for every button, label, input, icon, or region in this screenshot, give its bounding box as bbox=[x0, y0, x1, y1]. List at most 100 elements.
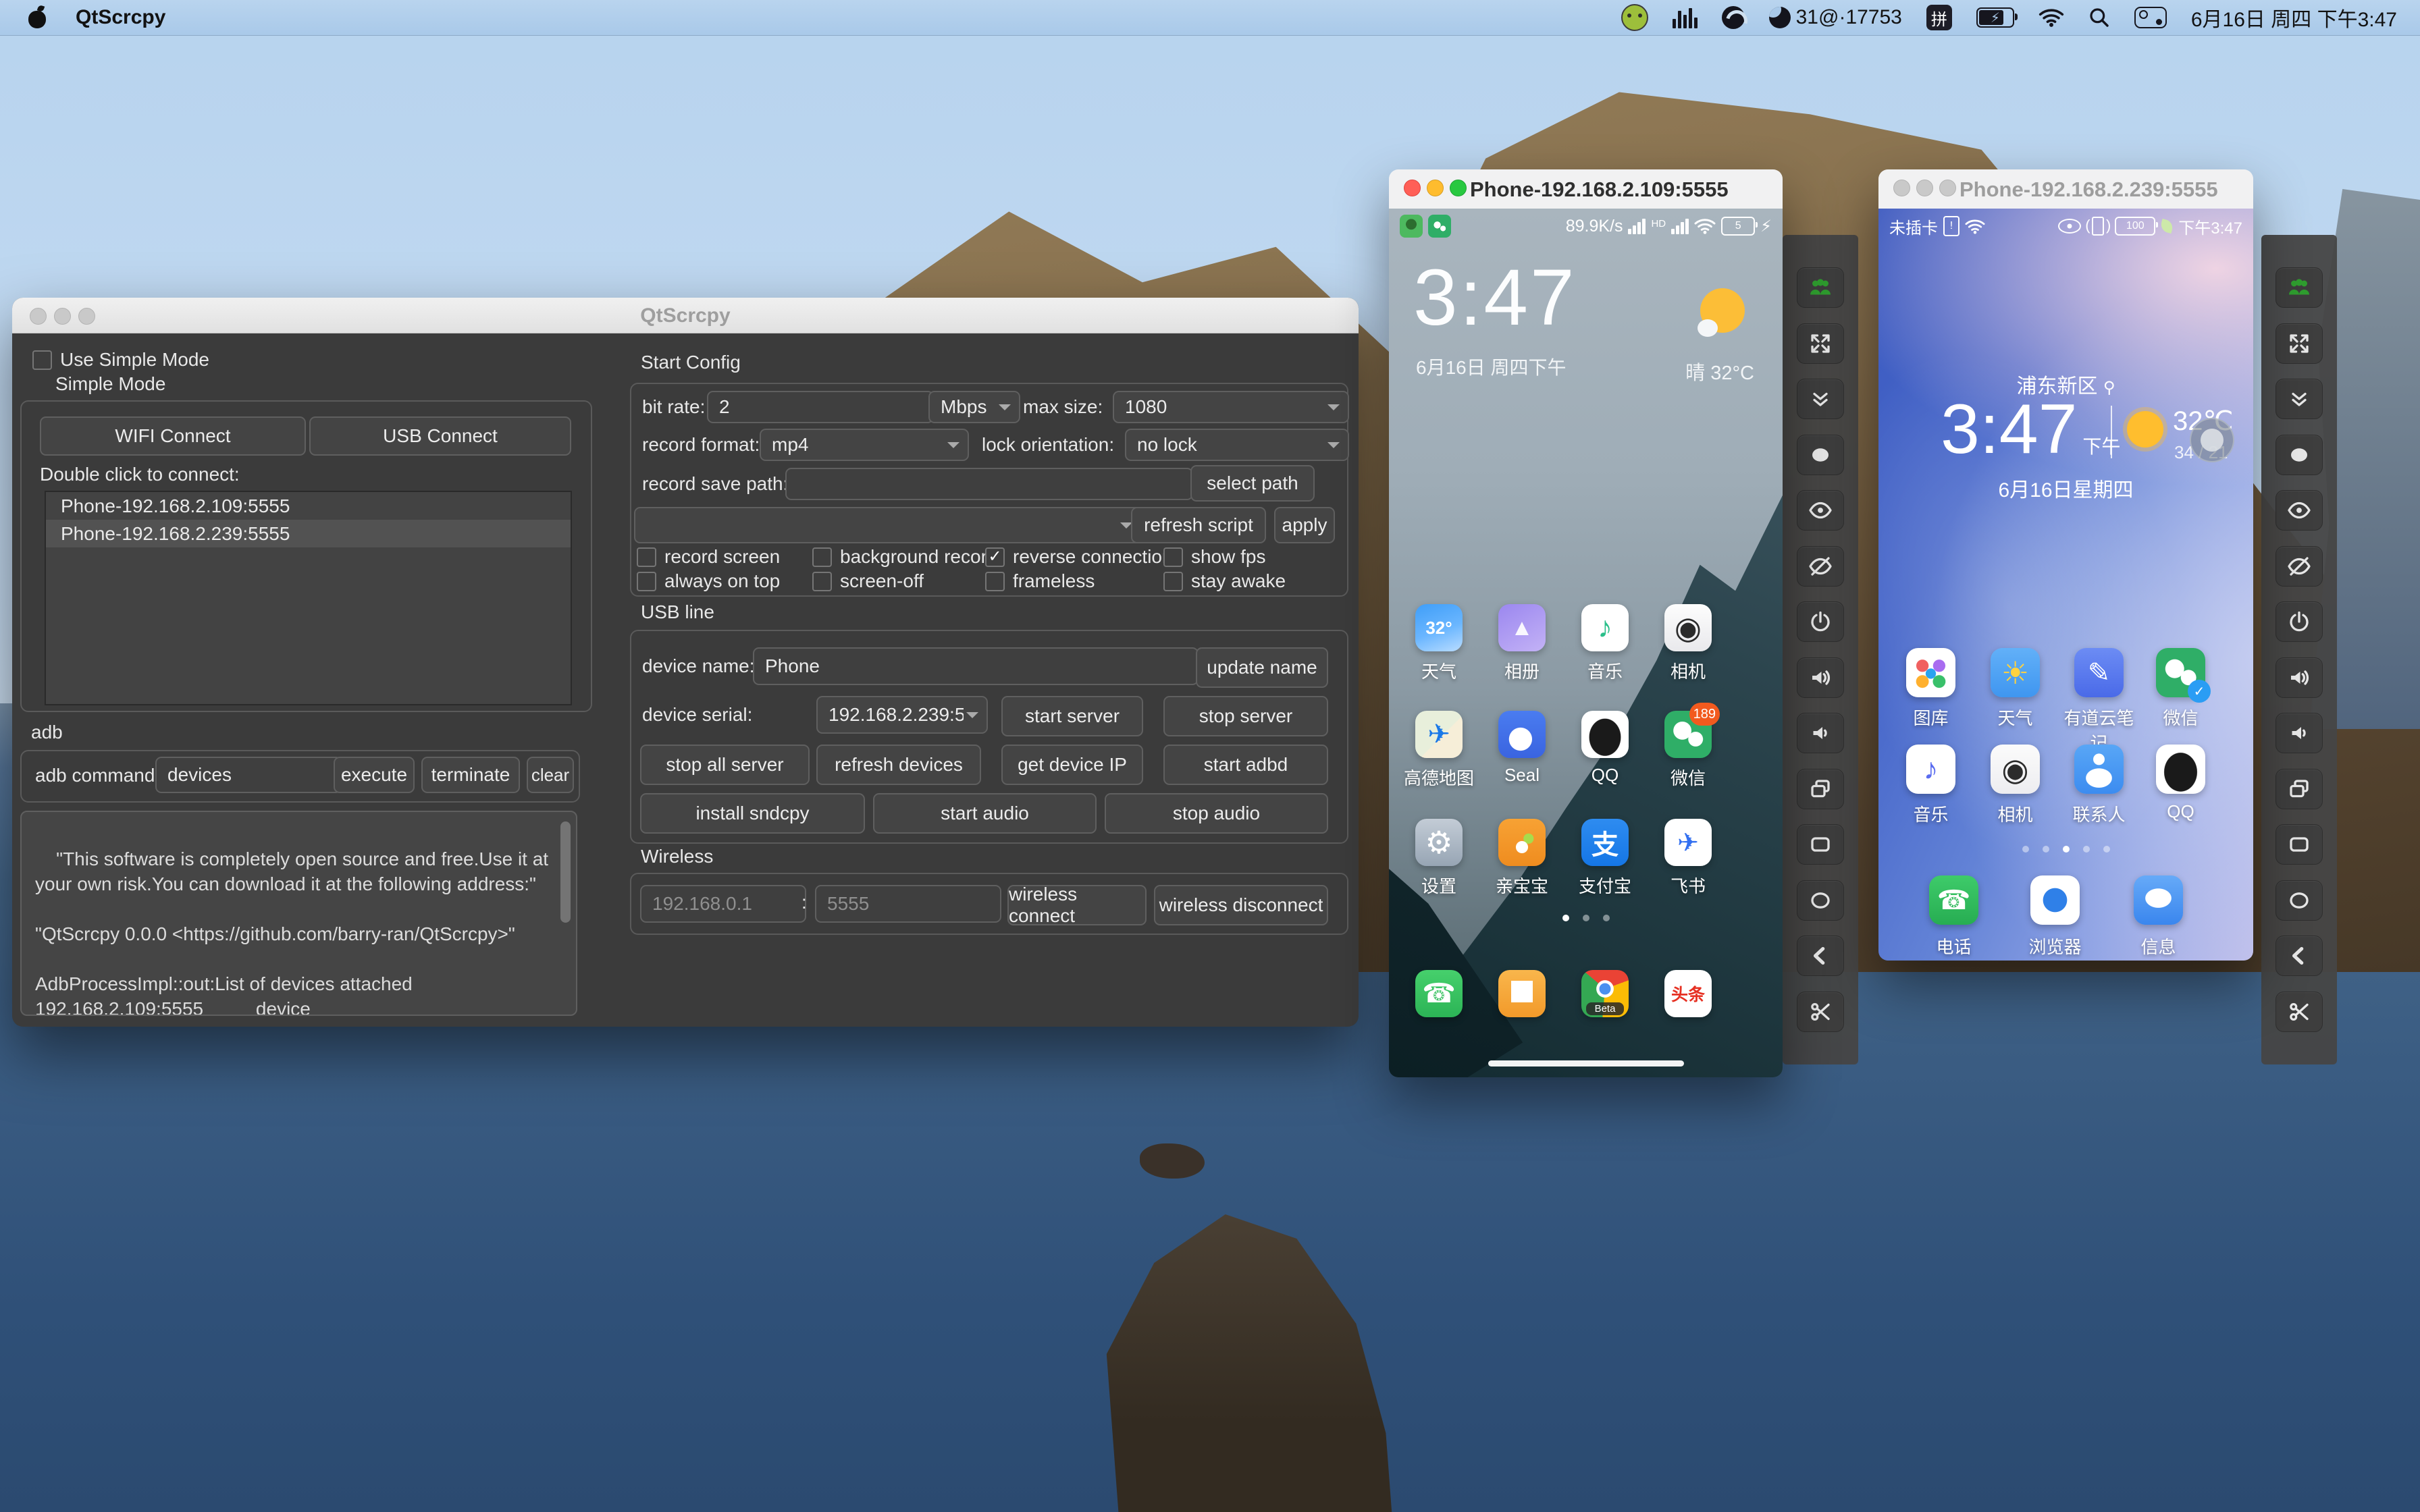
app-icon-dock-3[interactable]: 头条 bbox=[1664, 970, 1712, 1017]
toolbar-back-button[interactable] bbox=[2276, 936, 2323, 977]
app-icon-有道云笔记[interactable]: ✎ bbox=[2074, 648, 2124, 697]
app-icon-浏览器[interactable] bbox=[2030, 875, 2080, 925]
toolbar-pull-notification-button[interactable] bbox=[1797, 379, 1844, 420]
phone1-screen[interactable]: 89.9K/s HD 5 ⚡ 3:47 6月16日 周四下午 晴 32°C 32… bbox=[1389, 209, 1783, 1077]
app-icon-dock-0[interactable]: ☎ bbox=[1415, 970, 1463, 1017]
toolbar-pull-notification-button[interactable] bbox=[2276, 379, 2323, 420]
device-list[interactable]: Phone-192.168.2.109:5555 Phone-192.168.2.… bbox=[45, 491, 572, 705]
wireless-connect-button[interactable]: wireless connect bbox=[1007, 884, 1147, 926]
option-checkbox-background-record[interactable]: background record bbox=[812, 546, 997, 568]
toolbar-app-switch-button[interactable] bbox=[2276, 768, 2323, 809]
menubar-clock[interactable]: 6月16日 周四 下午3:47 bbox=[2191, 3, 2397, 32]
app-icon-相册[interactable]: ▲ bbox=[1498, 604, 1546, 651]
control-center-icon[interactable] bbox=[2134, 7, 2167, 28]
bit-rate-unit-combo[interactable]: Mbps bbox=[928, 391, 1020, 423]
record-save-path-input[interactable] bbox=[785, 468, 1193, 500]
option-checkbox-record-screen[interactable]: record screen bbox=[637, 546, 780, 568]
minimize-button[interactable] bbox=[1916, 180, 1933, 196]
app-icon-联系人[interactable] bbox=[2074, 745, 2124, 794]
app-icon-Seal[interactable] bbox=[1498, 711, 1546, 758]
apply-button[interactable]: apply bbox=[1274, 507, 1335, 543]
app-icon-亲宝宝[interactable] bbox=[1498, 819, 1546, 866]
toolbar-menu-button[interactable] bbox=[1797, 824, 1844, 865]
option-checkbox-stay-awake[interactable]: stay awake bbox=[1163, 570, 1286, 592]
toolbar-app-switch-button[interactable] bbox=[1797, 768, 1844, 809]
stop-all-server-button[interactable]: stop all server bbox=[640, 745, 810, 785]
swirl-menu-icon[interactable] bbox=[1721, 6, 1745, 29]
toolbar-power-button[interactable] bbox=[2276, 601, 2323, 643]
assistive-ball[interactable] bbox=[2190, 418, 2234, 462]
update-name-button[interactable]: update name bbox=[1196, 647, 1328, 688]
max-size-combo[interactable]: 1080 bbox=[1113, 391, 1349, 423]
toolbar-volume-down-button[interactable] bbox=[1797, 713, 1844, 754]
toolbar-power-button[interactable] bbox=[1797, 601, 1844, 643]
app-icon-天气[interactable]: ☀ bbox=[1991, 648, 2040, 697]
option-checkbox-screen-off[interactable]: screen-off bbox=[812, 570, 924, 592]
app-icon-高德地图[interactable]: ✈ bbox=[1415, 711, 1463, 758]
option-checkbox-reverse-connection[interactable]: ✓ reverse connection bbox=[985, 546, 1173, 568]
app-icon-电话[interactable]: ☎ bbox=[1929, 875, 1978, 925]
toolbar-screenshot-button[interactable] bbox=[2276, 434, 2323, 475]
toolbar-group-control-button[interactable] bbox=[2276, 267, 2323, 308]
toolbar-show-screen-button[interactable] bbox=[2276, 490, 2323, 531]
toolbar-menu-button[interactable] bbox=[2276, 824, 2323, 865]
android-status-icon[interactable] bbox=[1621, 4, 1648, 31]
app-icon-设置[interactable]: ⚙ bbox=[1415, 819, 1463, 866]
wifi-icon[interactable] bbox=[2038, 8, 2064, 27]
adb-command-input[interactable]: devices bbox=[155, 757, 342, 793]
clear-button[interactable]: clear bbox=[527, 757, 574, 793]
terminate-button[interactable]: terminate bbox=[421, 757, 520, 793]
start-server-button[interactable]: start server bbox=[1001, 696, 1143, 736]
stop-server-button[interactable]: stop server bbox=[1163, 696, 1328, 736]
zoom-button[interactable] bbox=[1450, 180, 1467, 196]
zoom-button[interactable] bbox=[1939, 180, 1956, 196]
execute-button[interactable]: execute bbox=[334, 757, 415, 793]
minimize-button[interactable] bbox=[1427, 180, 1444, 196]
wireless-ip-input[interactable]: 192.168.0.1 bbox=[640, 885, 806, 923]
toolbar-volume-up-button[interactable] bbox=[2276, 657, 2323, 698]
battery-icon[interactable]: ⚡ bbox=[1976, 7, 2018, 28]
select-path-button[interactable]: select path bbox=[1190, 465, 1315, 502]
toolbar-group-control-button[interactable] bbox=[1797, 267, 1844, 308]
toolbar-screen-cut-button[interactable] bbox=[1797, 991, 1844, 1032]
spotlight-search-icon[interactable] bbox=[2088, 7, 2110, 28]
wireless-disconnect-button[interactable]: wireless disconnect bbox=[1154, 885, 1328, 925]
refresh-script-button[interactable]: refresh script bbox=[1131, 507, 1266, 543]
lock-orientation-combo[interactable]: no lock bbox=[1125, 429, 1349, 461]
toolbar-volume-up-button[interactable] bbox=[1797, 657, 1844, 698]
stats-bars-icon[interactable] bbox=[1672, 7, 1698, 28]
stop-audio-button[interactable]: stop audio bbox=[1105, 793, 1328, 834]
close-button[interactable] bbox=[1893, 180, 1910, 196]
app-icon-飞书[interactable]: ✈ bbox=[1664, 819, 1712, 866]
phone2-titlebar[interactable]: Phone-192.168.2.239:5555 bbox=[1878, 169, 2253, 209]
script-combo[interactable] bbox=[634, 507, 1142, 543]
app-icon-相机[interactable]: ◉ bbox=[1991, 745, 2040, 794]
device-list-item[interactable]: Phone-192.168.2.109:5555 bbox=[46, 492, 571, 520]
qt-titlebar[interactable]: QtScrcpy bbox=[12, 298, 1359, 333]
toolbar-screen-cut-button[interactable] bbox=[2276, 991, 2323, 1032]
app-icon-支付宝[interactable]: 支 bbox=[1581, 819, 1629, 866]
get-device-ip-button[interactable]: get device IP bbox=[1001, 745, 1143, 785]
toolbar-screenshot-button[interactable] bbox=[1797, 434, 1844, 475]
install-sndcpy-button[interactable]: install sndcpy bbox=[640, 793, 865, 834]
usb-connect-button[interactable]: USB Connect bbox=[309, 416, 571, 456]
app-icon-dock-2[interactable]: Beta bbox=[1581, 970, 1629, 1017]
app-icon-音乐[interactable]: ♪ bbox=[1906, 745, 1955, 794]
record-format-combo[interactable]: mp4 bbox=[760, 429, 969, 461]
app-icon-QQ[interactable] bbox=[2156, 745, 2205, 794]
toolbar-home-button[interactable] bbox=[1797, 880, 1844, 921]
toolbar-volume-down-button[interactable] bbox=[2276, 713, 2323, 754]
toolbar-hide-screen-button[interactable] bbox=[1797, 545, 1844, 587]
toolbar-home-button[interactable] bbox=[2276, 880, 2323, 921]
device-list-item[interactable]: Phone-192.168.2.239:5555 bbox=[46, 520, 571, 547]
toolbar-hide-screen-button[interactable] bbox=[2276, 545, 2323, 587]
app-icon-QQ[interactable] bbox=[1581, 711, 1629, 758]
toolbar-show-screen-button[interactable] bbox=[1797, 490, 1844, 531]
toolbar-fullscreen-button[interactable] bbox=[2276, 323, 2323, 364]
app-icon-dock-1[interactable] bbox=[1498, 970, 1546, 1017]
app-icon-音乐[interactable]: ♪ bbox=[1581, 604, 1629, 651]
toolbar-back-button[interactable] bbox=[1797, 936, 1844, 977]
device-name-input[interactable]: Phone bbox=[753, 647, 1199, 685]
counter-menu-item[interactable]: 31@·17753 bbox=[1768, 6, 1902, 29]
start-audio-button[interactable]: start audio bbox=[873, 793, 1097, 834]
